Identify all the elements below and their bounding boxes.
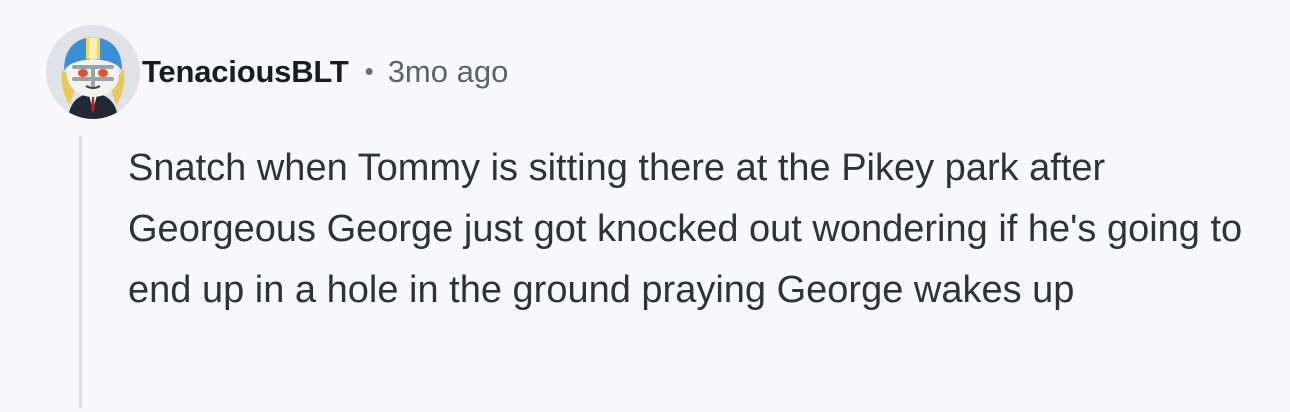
comment-meta: TenaciousBLT • 3mo ago <box>142 52 508 92</box>
comment: TenaciousBLT • 3mo ago Snatch when Tommy… <box>0 0 1290 412</box>
thread-line[interactable] <box>79 136 82 408</box>
author-username[interactable]: TenaciousBLT <box>142 54 349 90</box>
separator-dot: • <box>364 55 374 86</box>
user-avatar[interactable] <box>46 25 140 119</box>
comment-timestamp[interactable]: 3mo ago <box>388 54 509 90</box>
snoo-football-helmet-avatar-icon <box>46 25 140 119</box>
comment-body: Snatch when Tommy is sitting there at th… <box>128 147 1243 311</box>
